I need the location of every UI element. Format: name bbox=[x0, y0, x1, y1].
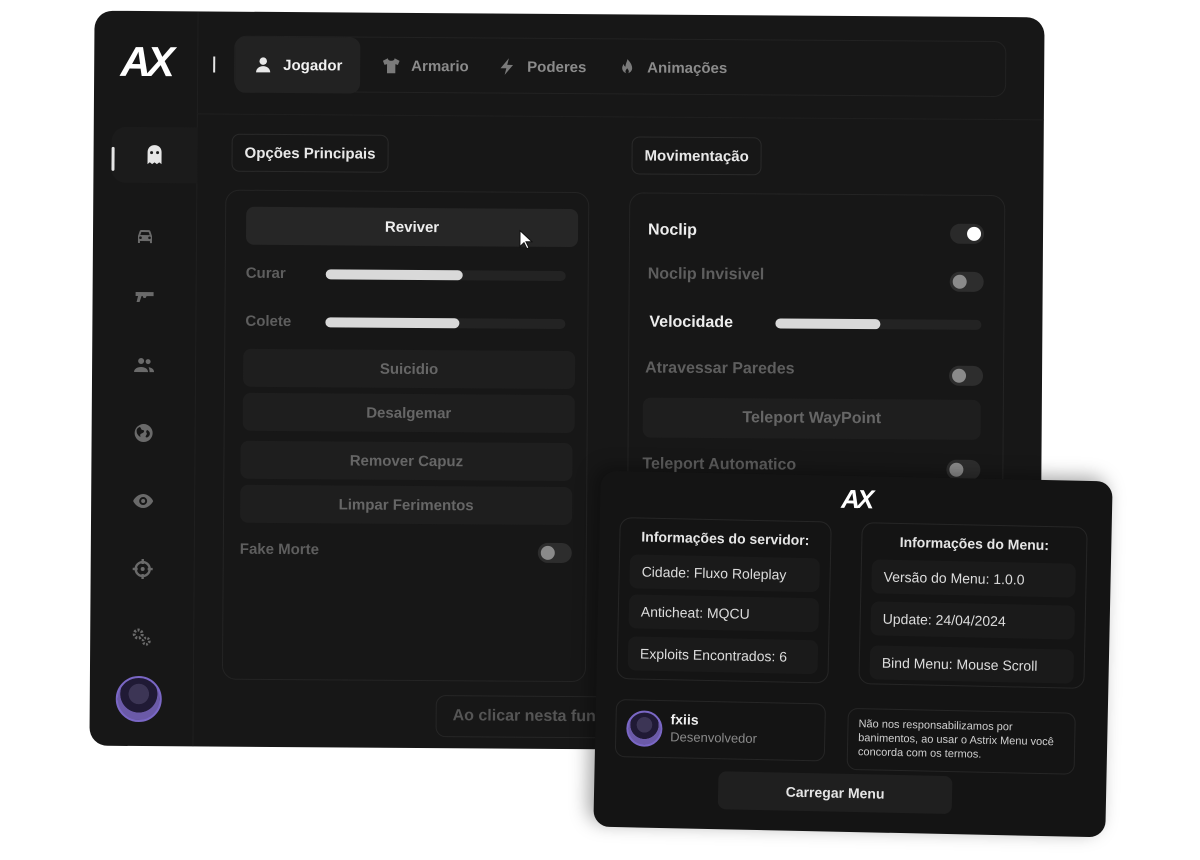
curar-label: Curar bbox=[245, 264, 286, 283]
card-logo: AX bbox=[840, 483, 872, 515]
colete-label: Colete bbox=[245, 312, 292, 331]
menu-info-title: Informações do Menu: bbox=[899, 533, 1050, 554]
gears-icon bbox=[132, 628, 151, 646]
limpar-ferimentos-button[interactable]: Limpar Ferimentos bbox=[240, 484, 573, 526]
curar-slider[interactable] bbox=[325, 269, 566, 281]
noclip-invisivel-toggle[interactable] bbox=[949, 271, 984, 292]
sidebar-item-crosshair[interactable] bbox=[108, 541, 176, 597]
developer-role: Desenvolvedor bbox=[670, 729, 758, 747]
logo-text: AX bbox=[120, 37, 172, 86]
user-icon bbox=[256, 57, 271, 73]
shirt-icon bbox=[382, 58, 400, 74]
server-exploits-row: Exploits Encontrados: 6 bbox=[627, 636, 819, 675]
toggle-knob bbox=[540, 545, 555, 560]
sidebar-item-car[interactable] bbox=[111, 209, 179, 265]
developer-name: fxiis bbox=[670, 711, 699, 728]
main-options-panel: Reviver Curar Colete Suicidio Desalgemar… bbox=[221, 189, 590, 683]
header-divider bbox=[197, 113, 1044, 121]
sidebar-item-globe[interactable] bbox=[109, 405, 177, 461]
toggle-knob bbox=[952, 274, 967, 289]
eye-icon bbox=[133, 494, 154, 509]
toggle-knob bbox=[966, 226, 982, 241]
desalgemar-button[interactable]: Desalgemar bbox=[242, 392, 575, 434]
teleport-waypoint-button[interactable]: Teleport WayPoint bbox=[642, 397, 981, 440]
server-city-row: Cidade: Fluxo Roleplay bbox=[629, 554, 820, 593]
section-title-main-options: Opções Principais bbox=[231, 133, 389, 173]
avatar[interactable] bbox=[115, 675, 162, 723]
active-tab-marker bbox=[213, 56, 216, 73]
ghost-icon bbox=[147, 145, 162, 165]
noclip-invisivel-label: Noclip Invisivel bbox=[647, 265, 765, 284]
movement-panel: Noclip Noclip Invisivel Velocidade Atrav… bbox=[627, 192, 1006, 496]
crosshair-icon bbox=[132, 559, 153, 580]
atravessar-paredes-label: Atravessar Paredes bbox=[645, 359, 795, 378]
colete-slider-fill bbox=[325, 317, 460, 329]
disclaimer-text: Não nos responsabilizamos por banimentos… bbox=[846, 707, 1076, 775]
suicidio-button[interactable]: Suicidio bbox=[242, 348, 576, 390]
velocidade-slider-fill bbox=[775, 318, 881, 330]
tab-armario[interactable]: Armario bbox=[381, 38, 469, 95]
server-anticheat-row: Anticheat: MQCU bbox=[628, 594, 820, 633]
section-title-movement: Movimentação bbox=[631, 136, 762, 176]
menu-bind-row: Bind Menu: Mouse Scroll bbox=[869, 645, 1075, 684]
toggle-knob bbox=[949, 462, 964, 477]
teleport-automatico-toggle[interactable] bbox=[946, 459, 981, 480]
menu-update-row: Update: 24/04/2024 bbox=[870, 601, 1076, 640]
velocidade-slider[interactable] bbox=[775, 318, 982, 330]
mouse-cursor-icon bbox=[519, 229, 534, 250]
fake-morte-label: Fake Morte bbox=[239, 540, 320, 559]
colete-slider[interactable] bbox=[325, 317, 566, 329]
toggle-knob bbox=[952, 368, 967, 383]
sidebar-item-eye[interactable] bbox=[109, 473, 177, 529]
tab-animacoes[interactable]: Animações bbox=[617, 39, 727, 96]
top-navigation: Jogador Armario Poderes Animações bbox=[213, 35, 1007, 98]
atravessar-paredes-toggle[interactable] bbox=[948, 365, 984, 386]
lightning-icon bbox=[500, 58, 514, 75]
users-icon bbox=[134, 358, 155, 373]
tab-poderes[interactable]: Poderes bbox=[497, 39, 587, 96]
fire-icon bbox=[622, 59, 633, 74]
tab-label: Animações bbox=[647, 59, 728, 77]
tab-label: Jogador bbox=[283, 56, 343, 74]
sidebar-item-settings[interactable] bbox=[108, 609, 176, 665]
tab-label: Poderes bbox=[527, 58, 587, 76]
logo: AX bbox=[93, 10, 199, 114]
tab-label: Armario bbox=[411, 57, 469, 75]
noclip-label: Noclip bbox=[647, 221, 698, 239]
sidebar-item-users[interactable] bbox=[110, 337, 178, 393]
globe-icon bbox=[134, 424, 153, 443]
info-card: AX Informações do servidor: Cidade: Flux… bbox=[593, 470, 1113, 838]
gun-icon bbox=[135, 291, 154, 303]
developer-avatar bbox=[626, 710, 663, 748]
load-menu-button[interactable]: Carregar Menu bbox=[717, 771, 953, 815]
sidebar-item-gun[interactable] bbox=[110, 269, 178, 325]
velocidade-label: Velocidade bbox=[649, 313, 734, 332]
developer-card: fxiis Desenvolvedor bbox=[614, 699, 826, 762]
server-info-title: Informações do servidor: bbox=[641, 528, 810, 549]
menu-version-row: Versão do Menu: 1.0.0 bbox=[871, 559, 1076, 598]
noclip-toggle[interactable] bbox=[949, 223, 985, 244]
tab-jogador[interactable]: Jogador bbox=[213, 36, 361, 94]
menu-info-panel: Informações do Menu: Versão do Menu: 1.0… bbox=[858, 522, 1088, 689]
server-info-panel: Informações do servidor: Cidade: Fluxo R… bbox=[616, 517, 832, 684]
curar-slider-fill bbox=[325, 269, 463, 281]
car-icon bbox=[137, 230, 153, 244]
sidebar-item-ghost[interactable] bbox=[111, 126, 198, 184]
sidebar bbox=[89, 112, 198, 747]
fake-morte-toggle[interactable] bbox=[537, 542, 572, 564]
remover-capuz-button[interactable]: Remover Capuz bbox=[240, 440, 573, 482]
